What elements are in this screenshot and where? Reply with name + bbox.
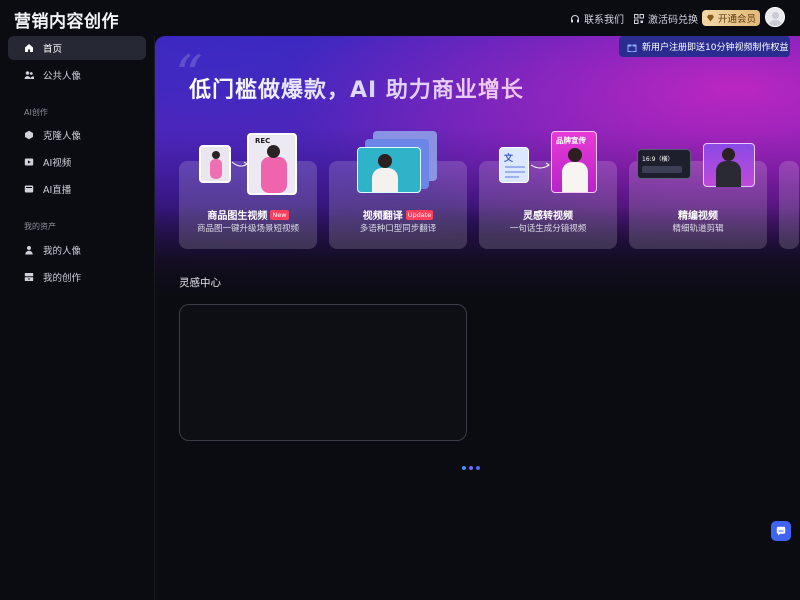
sidebar-item-label: 首页: [43, 44, 63, 55]
presenter-head-shape: [378, 154, 392, 168]
diamond-icon: [706, 14, 715, 22]
sidebar-item-label: 我的创作: [43, 273, 82, 284]
user-avatar[interactable]: [765, 7, 785, 27]
document-glyph: 文: [504, 154, 514, 164]
avatar-body-shape: [769, 20, 782, 26]
person-icon: [24, 245, 34, 255]
card-title-text: 灵感转视频: [523, 211, 573, 222]
vip-button[interactable]: 开通会员: [702, 10, 760, 26]
gift-icon: [627, 42, 637, 52]
card-title-text: 视频翻译: [362, 211, 403, 222]
feature-card-partial[interactable]: [779, 161, 799, 249]
document-line: [505, 171, 525, 173]
aspect-ratio-option-bar: [642, 166, 682, 173]
inspiration-card[interactable]: [179, 304, 467, 441]
loading-dot: [462, 466, 466, 470]
top-bar: 营销内容创作 联系我们 激活码兑换 开通会员: [0, 0, 800, 36]
redeem-link[interactable]: 激活码兑换: [634, 11, 698, 26]
avatar-head-shape: [772, 12, 779, 19]
card-title-text: 商品图生视频: [207, 211, 268, 222]
arrow-icon: [231, 161, 248, 167]
arrow-icon: [530, 162, 550, 169]
sidebar-item-home[interactable]: 首页: [8, 36, 146, 60]
contact-link[interactable]: 联系我们: [570, 11, 624, 26]
presenter-body-shape: [372, 168, 398, 192]
sidebar: 首页 公共人像 AI创作 克隆人像 AI视频 AI直播 我的资产 我的人像 我的…: [0, 36, 154, 600]
document-line: [505, 176, 519, 178]
aspect-ratio-panel: 16:9（横）: [637, 149, 691, 179]
model-figure-shape: [261, 157, 287, 193]
chat-icon: [776, 526, 786, 536]
rec-label: REC: [255, 137, 271, 145]
sidebar-item-ai-live[interactable]: AI直播: [8, 177, 146, 201]
model-head-shape: [212, 151, 220, 159]
feature-card-idea-to-video[interactable]: 文 品牌宣传 灵感转视频 一句话生成分镜视频: [479, 131, 617, 249]
app-logo[interactable]: 营销内容创作: [14, 7, 119, 32]
new-badge: New: [270, 209, 289, 220]
feature-card-product-video[interactable]: REC 商品图生视频 New 商品图一键升级场景短视频: [179, 133, 317, 249]
qr-code-icon: [634, 13, 644, 24]
presenter-head-shape: [722, 148, 735, 161]
sidebar-item-ai-video[interactable]: AI视频: [8, 150, 146, 174]
home-icon: [24, 43, 34, 53]
card-title: 视频翻译 Update: [329, 207, 467, 222]
translate-video-thumbnail: [357, 147, 421, 193]
model-head-shape: [267, 145, 280, 158]
card-subtitle: 多语种口型同步翻译: [359, 224, 437, 234]
redeem-label: 激活码兑换: [648, 15, 698, 26]
contact-label: 联系我们: [584, 15, 624, 26]
help-chat-button[interactable]: [771, 521, 791, 541]
brand-label: 品牌宣传: [556, 136, 586, 145]
aspect-ratio-label: 16:9（横）: [642, 156, 674, 163]
feature-card-fine-edit[interactable]: 16:9（横） 精编视频 精细轨道剪辑: [629, 143, 767, 249]
clone-icon: [24, 130, 34, 140]
inspiration-section-title: 灵感中心: [179, 277, 221, 289]
card-title: 精编视频: [629, 207, 767, 222]
card-subtitle: 商品图一键升级场景短视频: [196, 224, 299, 234]
presenter-head-shape: [568, 148, 582, 162]
archive-icon: [24, 272, 34, 282]
edit-video-thumbnail: [703, 143, 755, 187]
sidebar-item-clone-avatar[interactable]: 克隆人像: [8, 123, 146, 147]
headset-icon: [570, 14, 580, 24]
users-icon: [24, 70, 34, 80]
sidebar-item-my-creations[interactable]: 我的创作: [8, 265, 146, 289]
document-line: [505, 166, 525, 168]
hero-title: 低门槛做爆款，AI 助力商业增长: [189, 72, 524, 104]
video-icon: [24, 157, 34, 167]
product-image-thumbnail: [199, 145, 231, 183]
main-content: “ 低门槛做爆款，AI 助力商业增长 REC 商品图生视频 New 商品图一键升…: [155, 36, 800, 600]
card-title-text: 精编视频: [678, 211, 718, 222]
feature-card-video-translate[interactable]: 视频翻译 Update 多语种口型同步翻译: [329, 131, 467, 249]
sidebar-section-ai-create: AI创作: [24, 108, 48, 117]
sidebar-item-label: AI直播: [43, 185, 72, 196]
sidebar-item-public-avatars[interactable]: 公共人像: [8, 63, 146, 87]
presenter-body-shape: [562, 162, 588, 192]
model-figure-shape: [210, 159, 222, 179]
promo-text: 新用户注册即送10分钟视频制作权益: [642, 43, 789, 53]
live-icon: [24, 184, 34, 194]
card-title: 商品图生视频 New: [179, 207, 317, 222]
product-video-thumbnail: REC: [247, 133, 297, 195]
presenter-body-shape: [716, 161, 741, 187]
sidebar-item-label: 克隆人像: [43, 131, 82, 142]
sidebar-item-label: AI视频: [43, 158, 72, 169]
update-badge: Update: [405, 209, 434, 220]
sidebar-section-my-assets: 我的资产: [24, 222, 56, 231]
promo-banner[interactable]: 新用户注册即送10分钟视频制作权益: [619, 36, 790, 57]
sidebar-item-label: 公共人像: [43, 71, 82, 82]
loading-dot: [476, 466, 480, 470]
card-subtitle: 一句话生成分镜视频: [509, 224, 587, 234]
brand-video-thumbnail: 品牌宣传: [551, 131, 597, 193]
sidebar-item-label: 我的人像: [43, 246, 82, 257]
loading-indicator: [462, 466, 483, 470]
card-title: 灵感转视频: [479, 207, 617, 222]
document-thumbnail: 文: [499, 147, 529, 183]
loading-dot: [469, 466, 473, 470]
sidebar-item-my-avatars[interactable]: 我的人像: [8, 238, 146, 262]
card-subtitle: 精细轨道剪辑: [672, 224, 724, 234]
vip-label: 开通会员: [717, 14, 756, 25]
